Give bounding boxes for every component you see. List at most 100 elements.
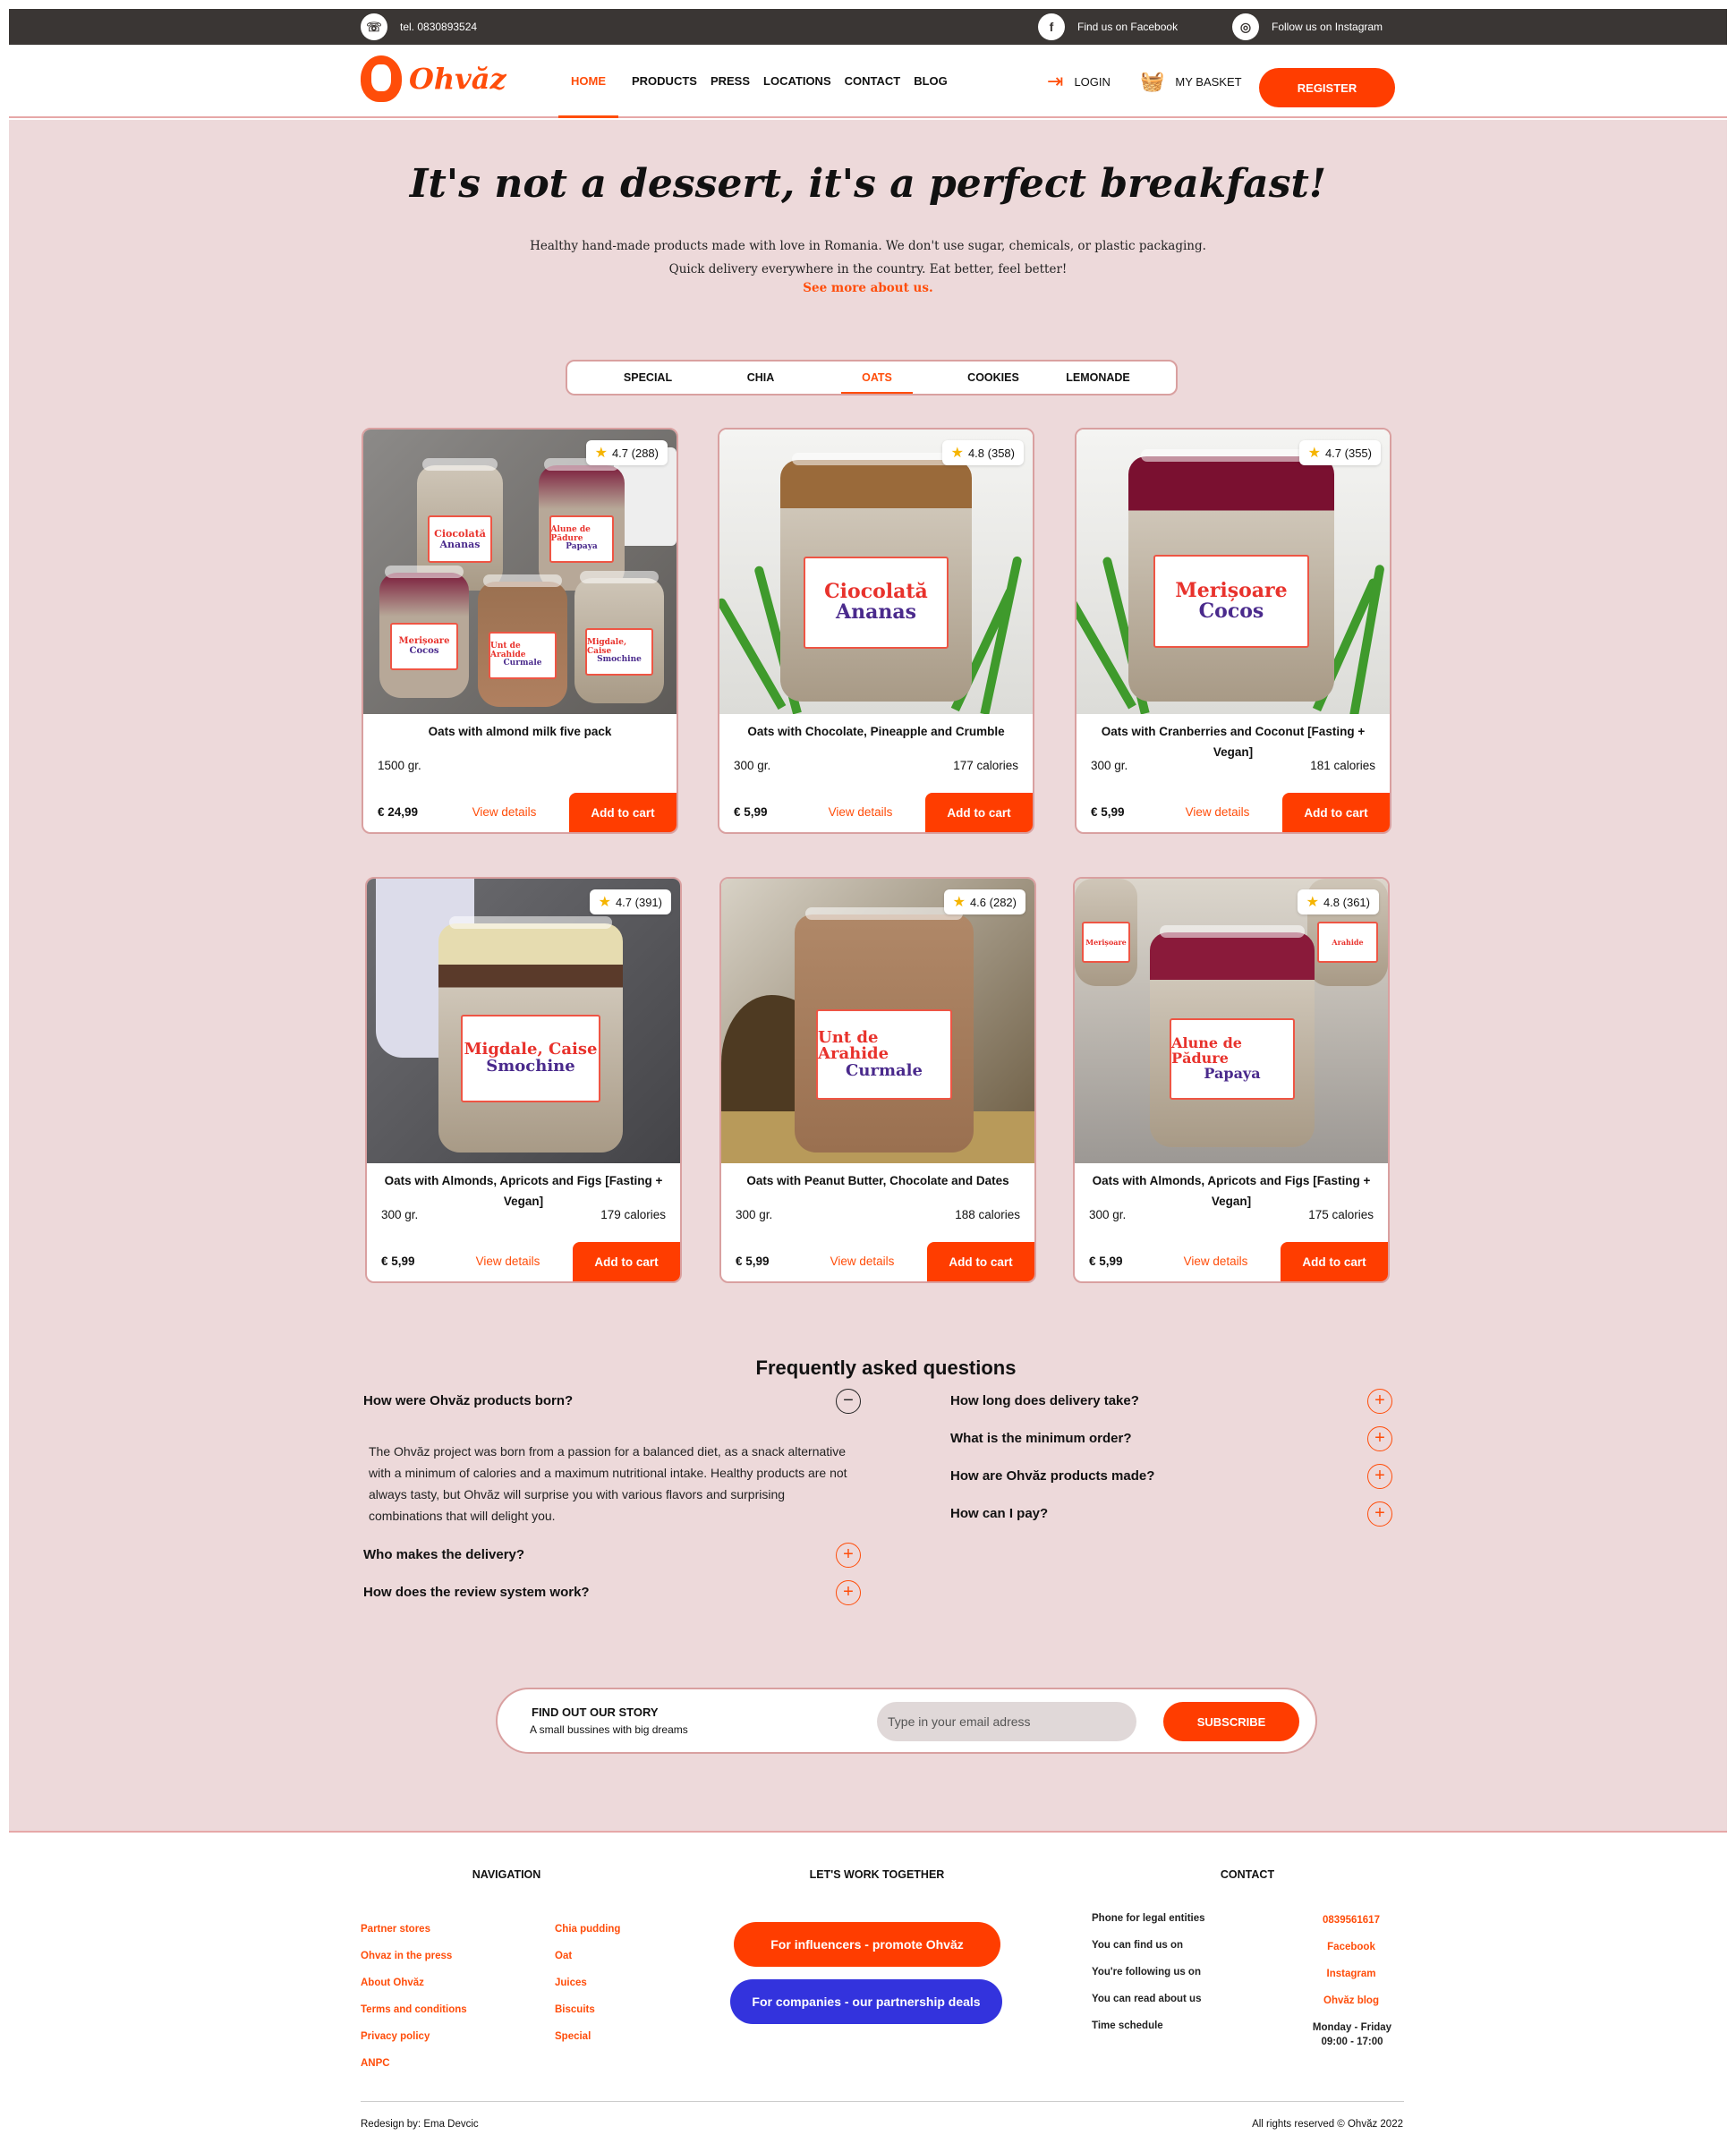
newsletter-subtitle: A small bussines with big dreams [530,1723,688,1736]
footer-link[interactable]: ANPC [361,2058,390,2069]
instagram-icon: ◎ [1232,13,1259,40]
footer-link[interactable]: Ohvaz in the press [361,1951,452,1961]
product-name: Oats with Almonds, Apricots and Figs [Fa… [1092,1174,1371,1208]
tab-lemonade[interactable]: LEMONADE [1058,362,1138,394]
product-image[interactable]: Unt de Arahide Curmale [721,879,1034,1163]
product-image[interactable]: Merișoare Cocos [1076,430,1390,714]
influencers-button[interactable]: For influencers - promote Ohvăz [734,1922,1000,1967]
footer-link[interactable]: Terms and conditions [361,2004,467,2015]
product-card: Migdale, Caise Smochine ★ 4.7 (391) Oats w… [365,877,682,1283]
nav-home[interactable]: HOME [558,45,618,118]
faq-question[interactable]: Who makes the delivery? [363,1543,524,1568]
facebook-icon: f [1038,13,1065,40]
footer-link[interactable]: Privacy policy [361,2031,430,2042]
add-to-cart-button[interactable]: Add to cart [569,793,677,832]
rating-value: 4.8 (358) [967,446,1015,460]
facebook-link[interactable]: f Find us on Facebook [1038,9,1178,45]
product-card: Ciocolată Ananas Alune de Pădure Papaya Me… [362,428,678,834]
tab-chia[interactable]: CHIA [734,362,787,394]
nav-locations[interactable]: LOCATIONS [763,45,831,118]
instagram-link[interactable]: ◎ Follow us on Instagram [1232,9,1383,45]
nav-blog[interactable]: BLOG [914,45,948,118]
footer-link[interactable]: Partner stores [361,1924,430,1935]
product-weight: 300 gr. [736,1208,773,1221]
jar-label-flavor-2: Ananas [836,600,916,625]
footer-link[interactable]: Special [555,2031,591,2042]
faq-question[interactable]: How are Ohvăz products made? [950,1464,1154,1489]
faq-question[interactable]: How were Ohvăz products born? [363,1389,573,1414]
view-details-link[interactable]: View details [820,1255,905,1268]
faq-question[interactable]: How does the review system work? [363,1580,590,1605]
redesign-credit: Redesign by: Ema Devcic [361,2119,479,2130]
product-image[interactable]: Ciocolată Ananas Alune de Pădure Papaya Me… [363,430,677,714]
footer-link[interactable]: Chia pudding [555,1924,620,1935]
expand-icon[interactable]: + [836,1543,861,1568]
newsletter-bar: FIND OUT OUR STORY A small bussines with… [496,1688,1317,1754]
product-price: € 5,99 [1091,805,1125,819]
view-details-link[interactable]: View details [1173,1255,1258,1268]
view-details-link[interactable]: View details [465,1255,550,1268]
login-link[interactable]: ⇥ LOGIN [1047,45,1111,118]
product-weight: 300 gr. [734,759,771,772]
star-icon: ★ [950,446,964,461]
contact-instagram-link[interactable]: Instagram [1315,1969,1387,1979]
view-details-link[interactable]: View details [462,805,547,819]
add-to-cart-button[interactable]: Add to cart [1281,1242,1388,1281]
contact-label: Time schedule [1092,2020,1163,2031]
product-image[interactable]: Migdale, Caise Smochine [367,879,680,1163]
product-image[interactable]: Merișoare Arahide Alune de Pădure Papaya [1075,879,1388,1163]
add-to-cart-button[interactable]: Add to cart [925,793,1033,832]
expand-icon[interactable]: + [1367,1501,1392,1527]
contact-phone-link[interactable]: 0839561617 [1315,1915,1387,1926]
footer-link[interactable]: Oat [555,1951,572,1961]
category-tabs: SPECIAL CHIA OATS COOKIES LEMONADE [566,360,1178,396]
rating-value: 4.7 (391) [615,895,662,909]
tab-cookies[interactable]: COOKIES [957,362,1029,394]
logo[interactable]: Ohvăz [361,55,506,102]
view-details-link[interactable]: View details [818,805,903,819]
view-details-link[interactable]: View details [1175,805,1260,819]
companies-button[interactable]: For companies - our partnership deals [730,1979,1002,2024]
rating-badge: ★ 4.8 (361) [1297,889,1379,914]
collapse-icon[interactable]: − [836,1389,861,1414]
contact-facebook-link[interactable]: Facebook [1315,1942,1387,1952]
footer-link[interactable]: About Ohvăz [361,1978,424,1988]
email-input[interactable]: Type in your email adress [877,1702,1136,1741]
product-card: Ciocolată Ananas ★ 4.8 (358) Oats with Cho… [718,428,1034,834]
horse-logo-icon [361,55,402,102]
faq-question[interactable]: How long does delivery take? [950,1389,1139,1414]
faq-question[interactable]: How can I pay? [950,1501,1048,1527]
schedule-days: Monday - Friday [1312,2022,1392,2033]
expand-icon[interactable]: + [1367,1426,1392,1451]
add-to-cart-button[interactable]: Add to cart [927,1242,1034,1281]
expand-icon[interactable]: + [1367,1464,1392,1489]
tab-oats[interactable]: OATS [841,362,913,394]
add-to-cart-button[interactable]: Add to cart [573,1242,680,1281]
jar-label-flavor: Ciocolată [824,580,928,604]
star-icon: ★ [1307,446,1321,461]
product-image[interactable]: Ciocolată Ananas [719,430,1033,714]
nav-press[interactable]: PRESS [711,45,750,118]
see-more-link[interactable]: See more about us. [9,281,1727,295]
product-weight: 300 gr. [1089,1208,1127,1221]
hero-line-1: Healthy hand-made products made with lov… [530,239,1206,253]
nav-contact[interactable]: CONTACT [845,45,901,118]
tab-special[interactable]: SPECIAL [612,362,684,394]
faq-question[interactable]: What is the minimum order? [950,1426,1132,1451]
contact-label: You can find us on [1092,1940,1184,1951]
expand-icon[interactable]: + [836,1580,861,1605]
register-button[interactable]: REGISTER [1259,68,1395,107]
add-to-cart-button[interactable]: Add to cart [1282,793,1390,832]
footer-link[interactable]: Juices [555,1978,587,1988]
expand-icon[interactable]: + [1367,1389,1392,1414]
jar-label-flavor: Unt de Arahide [818,1027,889,1064]
contact-blog-link[interactable]: Ohvăz blog [1315,1995,1387,2006]
basket-label: MY BASKET [1175,74,1242,89]
nav-products[interactable]: PRODUCTS [632,45,697,118]
subscribe-button[interactable]: SUBSCRIBE [1163,1702,1299,1741]
product-name: Oats with Peanut Butter, Chocolate and D… [746,1174,1009,1187]
basket-link[interactable]: 🧺 MY BASKET [1140,45,1242,118]
footer-link[interactable]: Biscuits [555,2004,595,2015]
phone-contact[interactable]: ☏ tel. 0830893524 [361,9,477,45]
product-weight: 300 gr. [1091,759,1128,772]
